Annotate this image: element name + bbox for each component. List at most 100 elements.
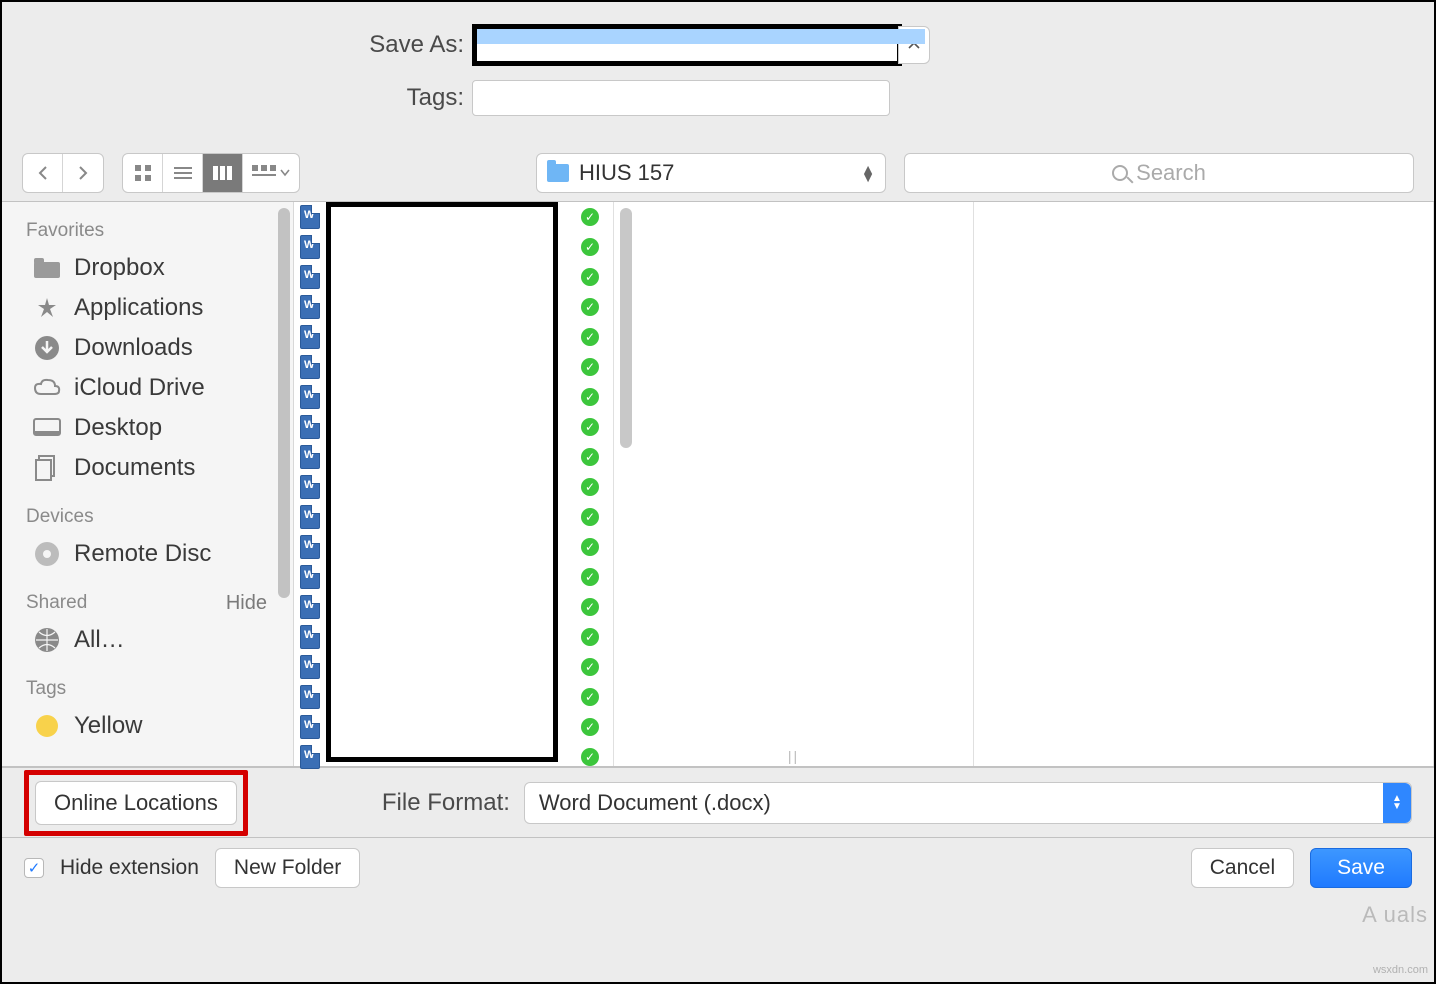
sidebar-item-tag-yellow[interactable]: Yellow (2, 706, 293, 746)
sidebar: Favorites Dropbox Applications Downloads… (2, 202, 294, 766)
sync-check-icon: ✓ (581, 748, 599, 766)
file-format-label: File Format: (382, 789, 510, 817)
new-folder-button[interactable]: New Folder (215, 848, 360, 888)
shared-hide-button[interactable]: Hide (226, 592, 267, 615)
sidebar-scrollbar[interactable] (278, 208, 290, 598)
chevron-right-icon (77, 166, 89, 180)
search-icon (1112, 165, 1128, 181)
location-popup[interactable]: HIUS 157 ▲▼ (536, 153, 886, 193)
forward-button[interactable] (63, 154, 103, 192)
sidebar-item-label: Yellow (74, 712, 143, 740)
header: Save As: Tags: (2, 2, 1434, 144)
sidebar-item-remote-disc[interactable]: Remote Disc (2, 534, 293, 574)
sync-check-icon: ✓ (581, 448, 599, 466)
cloud-icon (32, 375, 62, 401)
sidebar-item-label: Applications (74, 294, 203, 322)
sync-check-icon: ✓ (581, 688, 599, 706)
sidebar-item-label: Downloads (74, 334, 193, 362)
cancel-button[interactable]: Cancel (1191, 848, 1294, 888)
columns-icon (213, 166, 233, 180)
word-doc-icon (300, 325, 320, 349)
word-doc-icon (300, 505, 320, 529)
save-button[interactable]: Save (1310, 848, 1412, 888)
word-doc-icon (300, 265, 320, 289)
sync-check-icon: ✓ (581, 628, 599, 646)
cancel-label: Cancel (1210, 856, 1275, 880)
sidebar-item-label: Remote Disc (74, 540, 211, 568)
sync-check-icon: ✓ (581, 328, 599, 346)
sidebar-item-documents[interactable]: Documents (2, 448, 293, 488)
column-view-button[interactable] (203, 154, 243, 192)
folder-icon (547, 164, 569, 182)
file-column-3[interactable] (974, 202, 1434, 766)
word-doc-icon (300, 415, 320, 439)
sidebar-item-label: All… (74, 626, 125, 654)
gallery-view-button[interactable] (243, 154, 299, 192)
word-doc-icon (300, 565, 320, 589)
updown-icon: ▲▼ (861, 165, 875, 181)
save-as-label: Save As: (2, 31, 472, 59)
sidebar-item-label: Dropbox (74, 254, 165, 282)
word-doc-icon (300, 655, 320, 679)
nav-back-forward (22, 153, 104, 193)
desktop-icon (32, 415, 62, 441)
sync-check-icon: ✓ (581, 388, 599, 406)
sidebar-item-label: Documents (74, 454, 195, 482)
chevron-down-icon (280, 169, 290, 177)
folder-icon (32, 255, 62, 281)
icon-view-button[interactable] (123, 154, 163, 192)
sidebar-item-dropbox[interactable]: Dropbox (2, 248, 293, 288)
sidebar-item-applications[interactable]: Applications (2, 288, 293, 328)
tags-section-title: Tags (2, 660, 293, 706)
redaction-box (326, 202, 558, 762)
column-scrollbar[interactable] (620, 208, 632, 448)
network-icon (32, 627, 62, 653)
hide-extension-checkbox[interactable] (24, 858, 44, 878)
tags-input[interactable] (472, 80, 890, 116)
sync-check-icon: ✓ (581, 568, 599, 586)
file-column-2[interactable]: || (614, 202, 974, 766)
disc-icon (32, 541, 62, 567)
updown-icon: ▲▼ (1383, 783, 1411, 823)
word-doc-icon (300, 475, 320, 499)
grid-icon (134, 164, 152, 182)
sync-check-icon: ✓ (581, 508, 599, 526)
watermark-credit: wsxdn.com (1373, 964, 1428, 976)
search-field[interactable]: Search (904, 153, 1414, 193)
sidebar-item-downloads[interactable]: Downloads (2, 328, 293, 368)
filename-selection-highlight (477, 29, 925, 44)
word-doc-icon (300, 745, 320, 769)
sidebar-item-desktop[interactable]: Desktop (2, 408, 293, 448)
word-doc-icon (300, 625, 320, 649)
save-dialog: Save As: Tags: (0, 0, 1436, 984)
documents-icon (32, 455, 62, 481)
sync-check-icon: ✓ (581, 718, 599, 736)
new-folder-label: New Folder (234, 856, 341, 880)
sidebar-item-icloud[interactable]: iCloud Drive (2, 368, 293, 408)
favorites-section-title: Favorites (2, 202, 293, 248)
file-column-1[interactable]: ✓✓✓✓✓✓✓✓✓✓✓✓✓✓✓✓✓✓✓ (294, 202, 614, 766)
sidebar-item-label: Desktop (74, 414, 162, 442)
sidebar-item-label: iCloud Drive (74, 374, 205, 402)
word-doc-icon (300, 535, 320, 559)
watermark: A uals (1362, 902, 1428, 928)
sidebar-item-network-all[interactable]: All… (2, 620, 293, 660)
view-switcher (122, 153, 300, 193)
chevron-left-icon (37, 166, 49, 180)
browser-body: Favorites Dropbox Applications Downloads… (2, 202, 1434, 766)
sync-check-icon: ✓ (581, 538, 599, 556)
word-doc-icon (300, 685, 320, 709)
file-format-select[interactable]: Word Document (.docx) ▲▼ (524, 782, 1412, 824)
search-placeholder: Search (1136, 160, 1206, 186)
list-icon (174, 166, 192, 180)
tag-color-icon (32, 713, 62, 739)
back-button[interactable] (23, 154, 63, 192)
word-doc-icon (300, 355, 320, 379)
format-row: Online Locations File Format: Word Docum… (2, 767, 1434, 837)
list-view-button[interactable] (163, 154, 203, 192)
sync-check-icon: ✓ (581, 418, 599, 436)
tags-label: Tags: (2, 84, 472, 112)
column-resize-handle[interactable]: || (788, 748, 799, 764)
online-locations-button[interactable]: Online Locations (35, 781, 237, 825)
footer: Hide extension New Folder Cancel Save (2, 837, 1434, 897)
